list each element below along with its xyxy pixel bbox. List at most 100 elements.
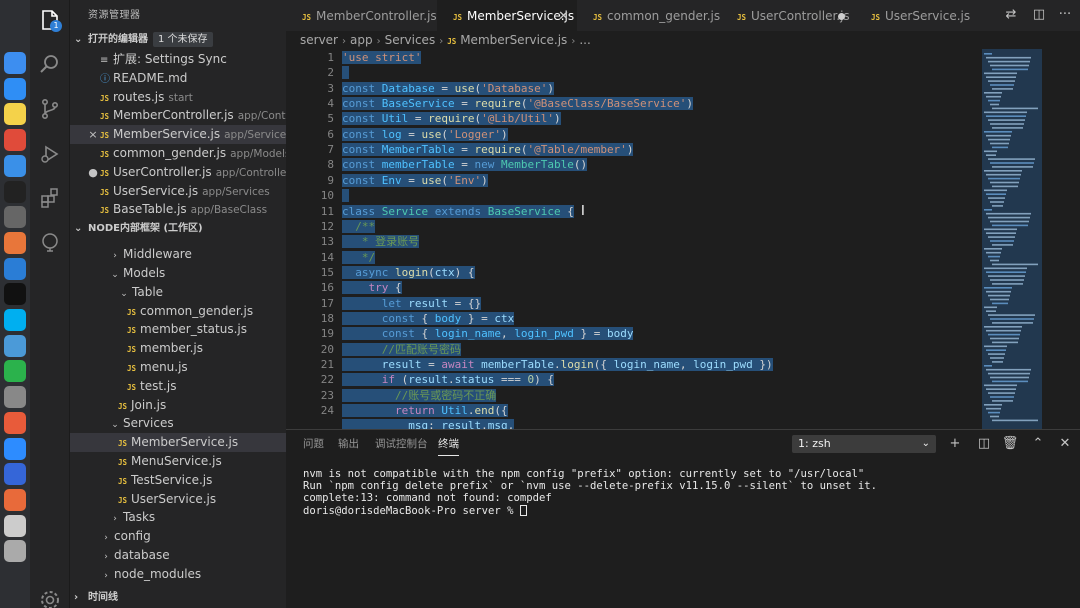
qq-icon[interactable] (4, 283, 26, 306)
code-line[interactable]: if (result.status === 0) { (342, 372, 554, 387)
tree-folder[interactable]: › database (70, 546, 286, 565)
safari-icon[interactable] (4, 154, 26, 177)
terminal-output[interactable]: nvm is not compatible with the npm confi… (303, 468, 1073, 517)
zoom-icon[interactable] (4, 437, 26, 460)
open-editor-item[interactable]: ≡ 扩展: Settings Sync (70, 50, 286, 69)
code-line[interactable]: 'use strict' (342, 50, 422, 65)
unsaved-dot-icon[interactable] (838, 13, 845, 20)
breadcrumb-item[interactable]: Services (385, 33, 436, 47)
tree-file[interactable]: JS test.js (70, 377, 286, 396)
vscode-icon[interactable] (4, 257, 26, 280)
tree-folder[interactable]: ⌄ Services (70, 414, 286, 433)
tree-file[interactable]: JS common_gender.js (70, 302, 286, 321)
screen-icon[interactable] (4, 514, 26, 537)
skype-icon[interactable] (4, 309, 26, 331)
chrome-icon[interactable] (4, 129, 26, 152)
tree-file[interactable]: JS member_status.js (70, 320, 286, 339)
workspace-header[interactable]: ⌄ NODE内部框架 (工作区) (70, 219, 286, 239)
minimap[interactable] (982, 49, 1066, 429)
code-line[interactable]: msg: result.msg, (342, 418, 515, 429)
firefox-icon[interactable] (4, 231, 26, 254)
panel-tab[interactable]: 问题 (303, 430, 324, 458)
tree-file[interactable]: JS member.js (70, 339, 286, 358)
code-line[interactable]: const memberTable = new MemberTable() (342, 157, 588, 172)
trash-icon[interactable]: 🗑 (1001, 435, 1019, 453)
open-editor-item[interactable]: ⓘ README.md (70, 69, 286, 88)
tree-folder[interactable]: › config (70, 527, 286, 546)
tree-folder[interactable]: ⌄ Table (70, 283, 286, 302)
search-icon[interactable] (38, 52, 62, 76)
code-line[interactable] (342, 65, 349, 80)
terminal-icon[interactable] (4, 180, 26, 203)
code-line[interactable]: try { (342, 280, 402, 295)
tree-folder[interactable]: › Middleware (70, 245, 286, 264)
tree-file[interactable]: JS menu.js (70, 358, 286, 377)
gear-icon[interactable] (38, 588, 62, 608)
panel-tab[interactable]: 调试控制台 (375, 430, 428, 458)
remote-icon[interactable] (38, 230, 62, 254)
split-editor-icon[interactable]: ◫ (1030, 6, 1048, 24)
code-line[interactable]: //匹配账号密码 (342, 342, 461, 357)
new-terminal-icon[interactable]: + (946, 435, 964, 453)
breadcrumb-item[interactable]: ... (579, 33, 590, 47)
wps-icon[interactable] (4, 463, 26, 486)
close-icon[interactable]: ✕ (558, 0, 569, 33)
compare-icon[interactable]: ⇄ (1002, 6, 1020, 24)
code-line[interactable]: */ (342, 250, 376, 265)
browser-icon[interactable] (4, 334, 26, 357)
code-line[interactable]: async login(ctx) { (342, 265, 475, 280)
split-terminal-icon[interactable]: ◫ (975, 435, 993, 453)
open-editor-item[interactable]: JScommon_gender.jsapp/Models/T... (70, 144, 286, 163)
notes-icon[interactable] (4, 103, 26, 126)
tab-memberservice[interactable]: JS MemberService.js ✕ (437, 0, 577, 31)
wechat-icon[interactable] (4, 360, 26, 383)
code-line[interactable]: * 登录账号 (342, 234, 420, 249)
tree-file[interactable]: JS TestService.js (70, 471, 286, 490)
code-line[interactable]: let result = {} (342, 296, 482, 311)
open-editor-item[interactable]: × JS MemberService.js app/Services (70, 125, 286, 144)
open-editor-item[interactable]: JS BaseTable.js app/BaseClass (70, 200, 286, 219)
code-line[interactable]: const Database = use('Database') (342, 81, 554, 96)
open-editor-item[interactable]: JSMemberController.jsapp/Controll... (70, 106, 286, 125)
code-line[interactable]: const { login_name, login_pwd } = body (342, 326, 634, 341)
breadcrumb-item[interactable]: app (350, 33, 373, 47)
tree-file[interactable]: JS MenuService.js (70, 452, 286, 471)
run-debug-icon[interactable] (38, 142, 62, 166)
trash-icon[interactable] (4, 540, 26, 563)
code-line[interactable]: const BaseService = require('@BaseClass/… (342, 96, 694, 111)
terminal-select[interactable]: 1: zsh ⌄ (792, 435, 936, 453)
tab-usercontroller[interactable]: JS UserController.js (721, 0, 855, 31)
code-line[interactable]: /** (342, 219, 376, 234)
code-line[interactable]: const { body } = ctx (342, 311, 515, 326)
open-editor-item[interactable]: ●JSUserController.jsapp/Controllers/... (70, 163, 286, 182)
code-line[interactable]: class Service extends BaseService { (342, 204, 574, 219)
extensions-icon[interactable] (38, 186, 62, 210)
close-icon[interactable]: × (86, 126, 100, 144)
breadcrumb-item[interactable]: MemberService.js (460, 33, 567, 47)
code-editor[interactable]: I 1'use strict' 2 3 const Database = use('… (286, 49, 1080, 429)
code-line[interactable]: const Env = use('Env') (342, 173, 488, 188)
panel-tab[interactable]: 输出 (338, 430, 359, 458)
tree-folder[interactable]: ⌄ Models (70, 264, 286, 283)
tree-file[interactable]: JS Join.js (70, 396, 286, 415)
open-editor-item[interactable]: JS routes.js start (70, 88, 286, 107)
tree-file[interactable]: JS MemberService.js (70, 433, 286, 452)
finder-icon[interactable] (4, 52, 26, 74)
code-line[interactable]: //账号或密码不正确 (342, 388, 497, 403)
code-line[interactable]: const log = use('Logger') (342, 127, 508, 142)
bug-icon[interactable] (4, 206, 26, 229)
calculator-icon[interactable] (4, 386, 26, 409)
panel-tab[interactable]: 终端 (438, 430, 459, 456)
code-line[interactable]: return Util.end({ (342, 403, 508, 418)
source-control-icon[interactable] (38, 97, 62, 121)
close-panel-icon[interactable]: ✕ (1056, 435, 1074, 453)
tree-file[interactable]: JS UserService.js (70, 490, 286, 509)
breadcrumb-item[interactable]: server (300, 33, 338, 47)
alarm-icon[interactable] (4, 411, 26, 434)
tab-userservice[interactable]: JS UserService.js (855, 0, 971, 31)
code-line[interactable]: const MemberTable = require('@Table/memb… (342, 142, 634, 157)
app-store-icon[interactable] (4, 77, 26, 100)
timeline-header[interactable]: › 时间线 (70, 588, 286, 608)
tab-common_gender[interactable]: JS common_gender.js (577, 0, 721, 31)
more-actions-icon[interactable]: ··· (1056, 6, 1074, 24)
